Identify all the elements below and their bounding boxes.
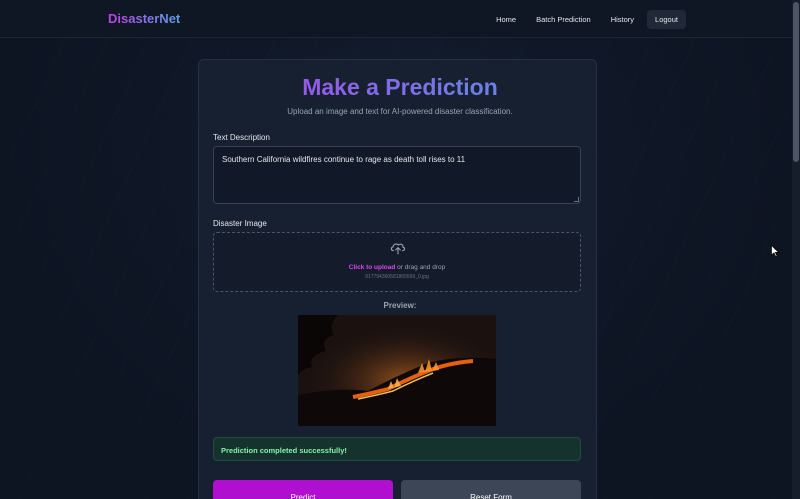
success-alert: Prediction completed successfully! [213,437,581,461]
text-description-input[interactable]: Southern California wildfires continue t… [213,146,581,204]
wildfire-image [298,315,496,426]
preview-label: Preview: [383,301,417,310]
navbar: DisasterNet Home Batch Prediction Histor… [0,0,792,38]
upload-hint: or drag and drop [395,264,446,271]
image-dropzone[interactable]: Click to upload or drag and drop 9177943… [213,232,581,292]
scrollbar-thumb[interactable] [793,2,799,162]
predict-button[interactable]: Predict [213,480,393,499]
nav-home[interactable]: Home [489,10,523,29]
logout-button[interactable]: Logout [647,10,686,29]
text-description-label: Text Description [213,133,270,142]
image-preview [298,315,496,426]
page-title: Make a Prediction [0,74,800,101]
upload-cloud-icon [390,243,406,255]
mouse-pointer-icon [771,245,779,257]
click-to-upload-link[interactable]: Click to upload [349,264,396,271]
reset-form-button[interactable]: Reset Form [401,480,581,499]
upload-instructions: Click to upload or drag and drop [214,264,580,271]
selected-filename: 917794360581865569_0.jpg [365,274,429,280]
page-subtitle: Upload an image and text for AI-powered … [287,107,513,116]
page-scrollbar[interactable] [792,0,800,499]
nav-history[interactable]: History [604,10,641,29]
nav-batch-prediction[interactable]: Batch Prediction [529,10,598,29]
disaster-image-label: Disaster Image [213,219,267,228]
brand-logo[interactable]: DisasterNet [108,11,180,26]
resize-grip-icon[interactable] [574,197,579,202]
nav-links: Home Batch Prediction History Logout [489,10,686,29]
